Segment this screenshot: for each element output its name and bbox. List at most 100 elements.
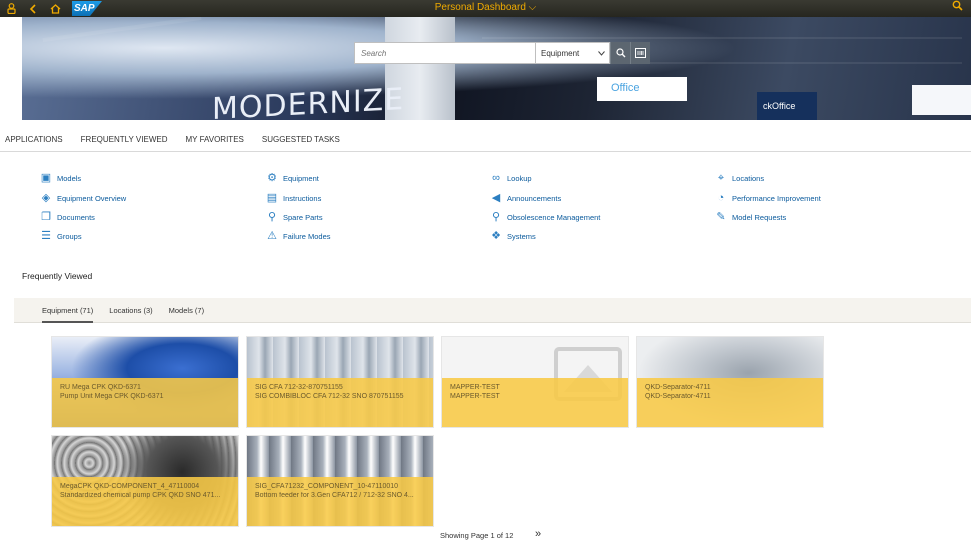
equipment-card[interactable]: MegaCPK QKD-COMPONENT_4_47110004 Standar…	[51, 435, 239, 527]
banner-decoration	[482, 37, 962, 39]
cubes-icon: ◈	[41, 192, 51, 204]
card-caption: MegaCPK QKD-COMPONENT_4_47110004 Standar…	[52, 477, 238, 526]
card-description: Standardized chemical pump CPK QKD SNO 4…	[60, 492, 221, 499]
card-description: SIG COMBIBLOC CFA 712-32 SNO 870751155	[255, 393, 404, 400]
card-id: MegaCPK QKD-COMPONENT_4_47110004	[60, 483, 200, 490]
tab-equipment[interactable]: Equipment (71)	[42, 298, 94, 323]
tab-models[interactable]: Models (7)	[169, 298, 204, 323]
systems-icon: ❖	[491, 230, 501, 242]
gauge-icon: ◔	[717, 192, 725, 204]
sap-logo[interactable]: SAP	[72, 1, 102, 16]
tab-locations[interactable]: Locations (3)	[109, 298, 152, 323]
binoculars-icon: ∞	[492, 172, 500, 184]
banner-text: MODERNIZE	[212, 81, 405, 120]
list-icon: ☰	[41, 230, 51, 242]
app-label: Performance Improvement	[732, 193, 821, 203]
app-label: Equipment	[283, 173, 319, 183]
app-link-groups[interactable]: ☰ Groups	[40, 230, 82, 242]
app-link-systems[interactable]: ❖ Systems	[490, 230, 536, 242]
app-label: Documents	[57, 212, 95, 222]
app-label: Obsolescence Management	[507, 212, 601, 222]
app-link-spare-parts[interactable]: ⚲ Spare Parts	[266, 211, 323, 223]
search-scope-value: Equipment	[541, 48, 580, 58]
banner-decoration	[42, 17, 202, 43]
search-icon[interactable]	[952, 0, 963, 17]
app-label: Equipment Overview	[57, 193, 127, 203]
app-link-equipment[interactable]: ⚙ Equipment	[266, 172, 319, 184]
app-link-obsolescence-management[interactable]: ⚲ Obsolescence Management	[490, 211, 600, 223]
card-id: RU Mega CPK QKD-6371	[60, 384, 141, 391]
banner-sign: Office	[597, 77, 687, 101]
card-caption: MAPPER-TEST MAPPER-TEST	[442, 378, 628, 427]
home-icon[interactable]	[44, 0, 66, 17]
search-button[interactable]	[610, 42, 630, 64]
card-caption: SIG CFA 712-32-870751155 SIG COMBIBLOC C…	[247, 378, 433, 427]
equipment-card[interactable]: SIG CFA 712-32-870751155 SIG COMBIBLOC C…	[246, 336, 434, 428]
app-label: Failure Modes	[283, 231, 331, 241]
app-label: Models	[57, 173, 82, 183]
equipment-icon: ⚙	[267, 172, 277, 184]
app-link-announcements[interactable]: ◀ Announcements	[490, 192, 561, 204]
app-label: Spare Parts	[283, 212, 323, 222]
chevron-down-icon	[598, 49, 605, 58]
location-pin-icon: ⌖	[717, 172, 725, 184]
card-id: QKD-Separator-4711	[645, 384, 711, 391]
app-label: Locations	[732, 173, 765, 183]
app-label: Instructions	[283, 193, 322, 203]
card-description: Pump Unit Mega CPK QKD-6371	[60, 393, 164, 400]
search-input[interactable]	[354, 42, 536, 64]
app-label: Announcements	[507, 193, 562, 203]
section-title: Frequently Viewed	[22, 271, 93, 281]
equipment-card[interactable]: MAPPER-TEST MAPPER-TEST	[441, 336, 629, 428]
app-link-locations[interactable]: ⌖ Locations	[715, 172, 764, 184]
app-link-equipment-overview[interactable]: ◈ Equipment Overview	[40, 192, 126, 204]
spare-parts-icon: ⚲	[267, 211, 277, 223]
banner-sign	[912, 85, 971, 115]
card-caption: SIG_CFA71232_COMPONENT_10-47110010 Botto…	[247, 477, 433, 526]
instructions-icon: ▤	[266, 192, 278, 204]
app-label: Lookup	[507, 173, 532, 183]
main-tabs: APPLICATIONS FREQUENTLY VIEWED MY FAVORI…	[0, 128, 971, 152]
app-link-performance-improvement[interactable]: ◔ Performance Improvement	[715, 192, 821, 204]
tab-frequently-viewed[interactable]: FREQUENTLY VIEWED	[81, 128, 168, 151]
warning-icon: ⚠	[267, 230, 277, 242]
back-icon[interactable]	[22, 0, 44, 17]
hero-search: Equipment	[354, 42, 650, 64]
tab-suggested-tasks[interactable]: SUGGESTED TASKS	[262, 128, 340, 151]
user-icon[interactable]	[0, 0, 22, 17]
app-link-model-requests[interactable]: ✎ Model Requests	[715, 211, 786, 223]
app-label: Systems	[507, 231, 536, 241]
app-label: Model Requests	[732, 212, 787, 222]
app-link-documents[interactable]: ❐ Documents	[40, 211, 95, 223]
app-link-models[interactable]: ▣ Models	[40, 172, 81, 184]
card-id: SIG CFA 712-32-870751155	[255, 384, 343, 391]
equipment-card[interactable]: QKD-Separator-4711 QKD-Separator-4711	[636, 336, 824, 428]
next-page-icon[interactable]: »	[535, 528, 541, 540]
hero-banner: MODERNIZE Office ckOffice	[22, 17, 971, 120]
tab-applications[interactable]: APPLICATIONS	[5, 128, 63, 151]
shell-bar: SAP Personal Dashboard ⌵	[0, 0, 971, 17]
dashboard-title[interactable]: Personal Dashboard	[435, 2, 526, 13]
card-caption: QKD-Separator-4711 QKD-Separator-4711	[637, 378, 823, 427]
card-id: SIG_CFA71232_COMPONENT_10-47110010	[255, 483, 399, 490]
pager-status: Showing Page 1 of 12	[440, 531, 514, 540]
equipment-card[interactable]: RU Mega CPK QKD-6371 Pump Unit Mega CPK …	[51, 336, 239, 428]
frequently-viewed-tabs: Equipment (71) Locations (3) Models (7)	[14, 298, 971, 323]
shell-title: Personal Dashboard ⌵	[0, 0, 971, 17]
banner-sign: ckOffice	[757, 92, 817, 120]
search-scope-select[interactable]: Equipment	[536, 42, 610, 64]
search-gear-icon: ⚲	[491, 211, 501, 223]
documents-icon: ❐	[41, 211, 51, 223]
equipment-card[interactable]: SIG_CFA71232_COMPONENT_10-47110010 Botto…	[246, 435, 434, 527]
app-label: Groups	[57, 231, 82, 241]
app-link-instructions[interactable]: ▤ Instructions	[266, 192, 322, 204]
card-description: QKD-Separator-4711	[645, 393, 711, 400]
card-description: MAPPER-TEST	[450, 393, 500, 400]
chevron-down-icon[interactable]: ⌵	[529, 2, 537, 13]
barcode-scan-button[interactable]	[630, 42, 650, 64]
megaphone-icon: ◀	[491, 192, 501, 204]
app-link-failure-modes[interactable]: ⚠ Failure Modes	[266, 230, 331, 242]
app-link-lookup[interactable]: ∞ Lookup	[490, 172, 532, 184]
tab-my-favorites[interactable]: MY FAVORITES	[185, 128, 243, 151]
card-caption: RU Mega CPK QKD-6371 Pump Unit Mega CPK …	[52, 378, 238, 427]
